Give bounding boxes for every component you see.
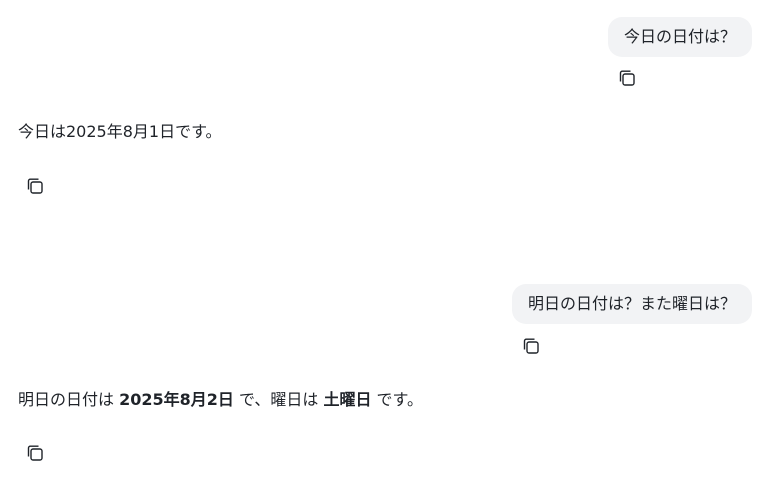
copy-icon [25,176,45,196]
text-segment: です。 [371,390,423,409]
copy-icon [617,68,637,88]
copy-button[interactable] [24,175,46,197]
bold-weekday: 土曜日 [323,390,372,409]
user-message-text: 今日の日付は？ [623,27,736,46]
chat-conversation: 今日の日付は？ 今日は2025年8月1日です。 明日の日付は？また曜日は？ 明日… [0,0,770,490]
copy-button[interactable] [520,335,542,357]
copy-button[interactable] [616,67,638,89]
text-segment: 明日の日付は [18,390,120,409]
copy-icon [25,443,45,463]
assistant-message-text: 明日の日付は 2025年8月2日 で、曜日は 土曜日 です。 [18,389,423,411]
user-message-text: 明日の日付は？また曜日は？ [527,294,736,313]
copy-icon [521,336,541,356]
user-message-bubble: 今日の日付は？ [607,17,752,57]
text-segment: で、曜日は [233,390,324,409]
copy-button[interactable] [24,442,46,464]
user-message-bubble: 明日の日付は？また曜日は？ [511,284,752,324]
assistant-message-text: 今日は2025年8月1日です。 [18,122,222,141]
bold-date: 2025年8月2日 [119,390,234,409]
